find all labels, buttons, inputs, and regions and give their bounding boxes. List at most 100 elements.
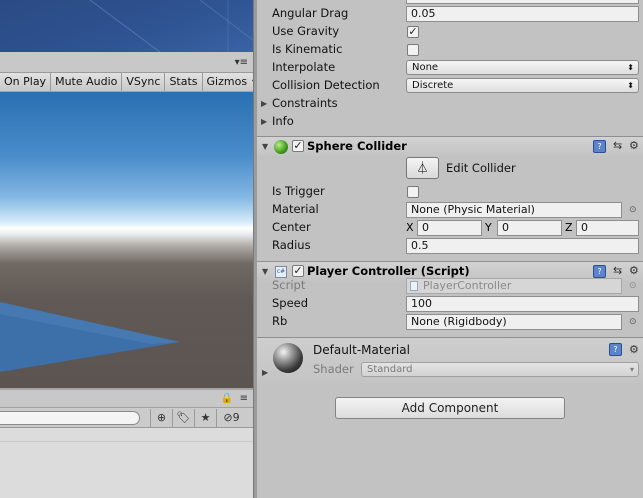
center-y-label: Y	[485, 221, 492, 234]
chevron-down-icon: ▾	[629, 365, 634, 374]
object-picker-icon[interactable]: ⊙	[629, 317, 637, 327]
foldout-arrow-icon[interactable]: ▼	[262, 142, 268, 151]
script-field: PlayerController	[406, 278, 622, 294]
sphere-collider-header[interactable]: ▼ ✓ Sphere Collider ? ⇆ ⚙	[257, 136, 643, 156]
radius-label: Radius	[272, 238, 311, 252]
center-z-field[interactable]: 0	[576, 220, 639, 236]
material-name: Default-Material	[313, 343, 410, 357]
material-label: Material	[272, 202, 319, 216]
hidden-count: 9	[232, 411, 240, 424]
vsync-toggle[interactable]: VSync	[122, 73, 166, 91]
game-view[interactable]	[0, 92, 253, 388]
list-item	[0, 428, 253, 442]
script-value: PlayerController	[423, 279, 512, 292]
hidden-packages-toggle[interactable]: ⊘9	[216, 409, 246, 427]
radius-field[interactable]: 0.5	[406, 238, 639, 254]
object-picker-icon: ⊙	[629, 281, 637, 291]
gear-icon[interactable]: ⚙	[629, 343, 639, 356]
center-x-field[interactable]: 0	[417, 220, 482, 236]
angular-drag-label: Angular Drag	[272, 6, 349, 20]
maximize-on-play-toggle[interactable]: On Play	[0, 73, 52, 91]
checkmark-icon: ✓	[408, 25, 418, 38]
game-tab-strip: ▾≡	[0, 52, 253, 73]
updown-arrow-icon: ⬍	[627, 63, 634, 72]
checkmark-icon: ✓	[293, 264, 303, 277]
panel-menu-icon[interactable]: ≡	[240, 393, 248, 404]
lock-icon[interactable]: 🔒	[221, 393, 233, 404]
panel-menu-icon[interactable]: ▾≡	[235, 57, 248, 68]
rb-label: Rb	[272, 314, 288, 328]
search-by-label-icon[interactable]: 🏷	[172, 409, 194, 427]
scene-view[interactable]	[0, 0, 253, 52]
sphere-collider-icon	[274, 140, 288, 154]
help-book-icon[interactable]: ?	[609, 343, 622, 356]
game-toolbar: On Play Mute Audio VSync Stats Gizmos ▾	[0, 73, 253, 91]
gizmos-label: Gizmos	[206, 75, 248, 88]
physic-material-field[interactable]: None (Physic Material)	[406, 202, 622, 218]
search-by-type-icon[interactable]: ⊕	[150, 409, 172, 427]
ground-plane	[0, 302, 180, 372]
collision-detection-dropdown[interactable]: Discrete ⬍	[406, 78, 639, 93]
interpolate-dropdown[interactable]: None ⬍	[406, 60, 639, 75]
rigidbody-reference-field[interactable]: None (Rigidbody)	[406, 314, 622, 330]
is-trigger-checkbox[interactable]	[407, 186, 419, 198]
foldout-arrow-icon[interactable]: ▼	[262, 267, 268, 276]
search-input[interactable]	[0, 411, 140, 425]
eye-icon: ⊘	[223, 411, 233, 424]
constraints-foldout[interactable]: Constraints	[272, 95, 338, 112]
checkmark-icon: ✓	[293, 139, 303, 152]
preset-icon[interactable]: ⇆	[613, 139, 622, 152]
gizmos-dropdown[interactable]: Gizmos ▾	[202, 73, 253, 91]
component-title: Player Controller (Script)	[307, 264, 470, 278]
collision-detection-value: Discrete	[412, 80, 454, 91]
shader-value: Standard	[367, 364, 413, 375]
center-z-label: Z	[565, 221, 573, 234]
use-gravity-checkbox[interactable]: ✓	[407, 26, 419, 38]
script-asset-icon	[410, 281, 418, 291]
stats-toggle[interactable]: Stats	[165, 73, 203, 91]
project-toolbar: ⊕ 🏷 ★ ⊘9	[0, 408, 253, 428]
center-label: Center	[272, 220, 311, 234]
project-tab-bar: 🔒 ≡	[0, 390, 253, 408]
mass-drag-field[interactable]	[406, 0, 639, 4]
edit-collider-label: Edit Collider	[446, 161, 516, 175]
project-asset-list[interactable]	[0, 428, 253, 498]
updown-arrow-icon: ⬍	[627, 81, 634, 90]
edit-collider-icon: ⏃	[416, 161, 429, 175]
shader-label: Shader	[313, 362, 354, 376]
editor-left-panels: ▾≡ On Play Mute Audio VSync Stats Gizmos…	[0, 0, 253, 498]
interpolate-value: None	[412, 62, 439, 73]
center-x-label: X	[406, 221, 414, 234]
component-title: Sphere Collider	[307, 139, 407, 153]
is-kinematic-label: Is Kinematic	[272, 42, 343, 56]
is-trigger-label: Is Trigger	[272, 184, 325, 198]
object-picker-icon[interactable]: ⊙	[629, 205, 637, 215]
project-panel: 🔒 ≡ ⊕ 🏷 ★ ⊘9	[0, 390, 253, 498]
scene-grid	[89, 0, 253, 52]
gear-icon[interactable]: ⚙	[629, 139, 639, 152]
help-book-icon[interactable]: ?	[593, 140, 606, 153]
foldout-arrow-icon[interactable]: ▶	[262, 368, 268, 377]
edit-collider-button[interactable]: ⏃	[406, 157, 439, 179]
add-component-button[interactable]: Add Component	[335, 397, 565, 419]
favorite-star-icon[interactable]: ★	[194, 409, 216, 427]
speed-field[interactable]: 100	[406, 296, 639, 312]
foldout-arrow-icon[interactable]: ▶	[261, 117, 267, 126]
player-controller-enabled-checkbox[interactable]: ✓	[292, 265, 304, 277]
angular-drag-field[interactable]: 0.05	[406, 6, 639, 22]
info-foldout[interactable]: Info	[272, 113, 294, 130]
help-book-icon[interactable]: ?	[593, 265, 606, 278]
gear-icon[interactable]: ⚙	[629, 264, 639, 277]
material-preview-sphere	[273, 343, 303, 373]
inspector-panel: Angular Drag 0.05 Use Gravity ✓ Is Kinem…	[257, 0, 643, 498]
shader-dropdown: Standard ▾	[361, 362, 639, 377]
interpolate-label: Interpolate	[272, 60, 336, 74]
is-kinematic-checkbox[interactable]	[407, 44, 419, 56]
sphere-collider-enabled-checkbox[interactable]: ✓	[292, 140, 304, 152]
mute-audio-toggle[interactable]: Mute Audio	[51, 73, 123, 91]
foldout-arrow-icon[interactable]: ▶	[261, 99, 267, 108]
preset-icon[interactable]: ⇆	[613, 264, 622, 277]
collision-detection-label: Collision Detection	[272, 78, 380, 92]
center-y-field[interactable]: 0	[497, 220, 562, 236]
script-label: Script	[272, 278, 306, 292]
